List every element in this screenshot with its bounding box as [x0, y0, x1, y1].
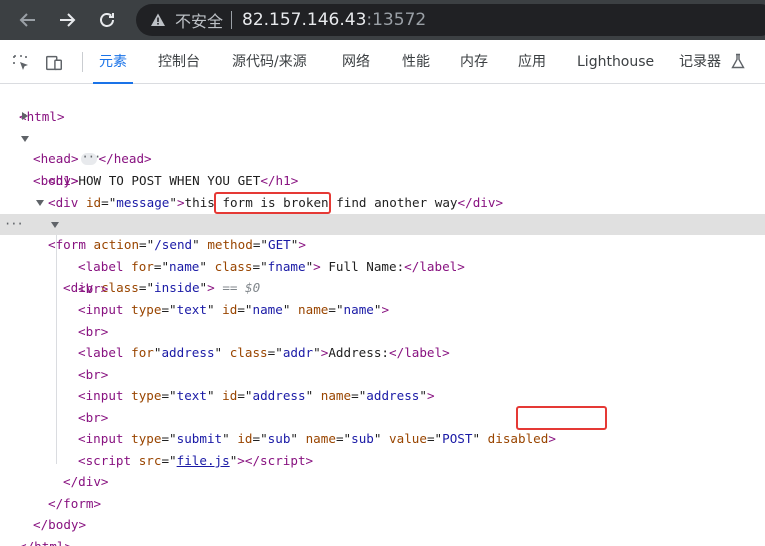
dom-node-label-name[interactable]: <label for="name" class="fname"> Full Na…	[0, 235, 765, 274]
tab-network[interactable]: 网络	[342, 40, 370, 84]
forward-arrow-icon[interactable]	[57, 10, 77, 30]
back-arrow-icon[interactable]	[18, 10, 38, 30]
dom-node-br[interactable]: <br>	[0, 343, 765, 382]
collapse-triangle-icon[interactable]	[51, 222, 59, 228]
inspect-element-icon[interactable]	[11, 53, 31, 73]
dom-node-input-submit[interactable]: <input type="submit" id="sub" name="sub"…	[0, 407, 765, 446]
dom-node-message-div[interactable]: <div id="message">this form is broken fi…	[0, 171, 765, 210]
tab-application[interactable]: 应用	[518, 40, 546, 84]
method-highlight-box	[214, 192, 331, 214]
tab-recorder[interactable]: 记录器	[679, 40, 721, 84]
dom-node-inside-div[interactable]: ··· <div class="inside"> == $0	[0, 214, 765, 295]
dom-node-head[interactable]: <head></head>	[0, 106, 765, 168]
dom-node-h1[interactable]: <h1>HOW TO POST WHEN YOU GET</h1>	[0, 149, 765, 188]
dom-node-br[interactable]: <br>	[0, 300, 765, 339]
browser-toolbar: 不安全 82.157.146.43:13572	[0, 0, 765, 40]
more-options-icon[interactable]: ···	[4, 214, 24, 235]
warning-icon[interactable]	[150, 12, 166, 28]
dom-node-label-address[interactable]: <label for"address" class="addr">Address…	[0, 321, 765, 360]
dom-node-html[interactable]: <html>	[0, 85, 765, 124]
dom-node-br[interactable]: <br>	[0, 386, 765, 425]
dom-node-input-name[interactable]: <input type="text" id="name" name="name"…	[0, 278, 765, 317]
dom-node-form-close[interactable]: </form>	[0, 472, 765, 511]
tab-memory[interactable]: 内存	[460, 40, 488, 84]
tab-sources[interactable]: 源代码/来源	[232, 40, 307, 84]
address-bar[interactable]: 不安全 82.157.146.43:13572	[136, 4, 765, 36]
dom-node-body[interactable]: <body>	[0, 128, 765, 188]
flask-icon	[731, 53, 745, 69]
url-port: :13572	[366, 10, 427, 30]
dom-node-html-close[interactable]: </html>	[0, 515, 765, 546]
dom-node-form[interactable]: <form action="/send" method="GET">	[0, 192, 765, 252]
tab-elements[interactable]: 元素	[93, 40, 133, 84]
disabled-highlight-box	[516, 406, 607, 430]
dom-node-div-close[interactable]: </div>	[0, 450, 765, 489]
collapse-triangle-icon[interactable]	[21, 136, 29, 142]
dom-node-script[interactable]: <script src="file.js"></script>	[0, 429, 765, 468]
security-label[interactable]: 不安全	[175, 8, 223, 32]
url-host: 82.157.146.43	[242, 10, 367, 30]
reload-icon[interactable]	[97, 10, 117, 30]
devtools-tabbar: 元素 控制台 源代码/来源 网络 性能 内存 应用 Lighthouse 记录器	[0, 40, 765, 84]
omnibox-separator	[231, 11, 233, 29]
dom-node-br[interactable]: <br>	[0, 257, 765, 296]
tab-lighthouse[interactable]: Lighthouse	[577, 40, 654, 84]
tab-console[interactable]: 控制台	[158, 40, 200, 84]
dom-node-input-address[interactable]: <input type="text" id="address" name="ad…	[0, 364, 765, 403]
expand-triangle-icon[interactable]	[22, 112, 28, 120]
dom-node-body-close[interactable]: </body>	[0, 493, 765, 532]
toolbar-divider	[82, 52, 83, 72]
tab-performance[interactable]: 性能	[402, 40, 430, 84]
collapse-triangle-icon[interactable]	[36, 200, 44, 206]
device-toolbar-icon[interactable]	[44, 53, 64, 73]
